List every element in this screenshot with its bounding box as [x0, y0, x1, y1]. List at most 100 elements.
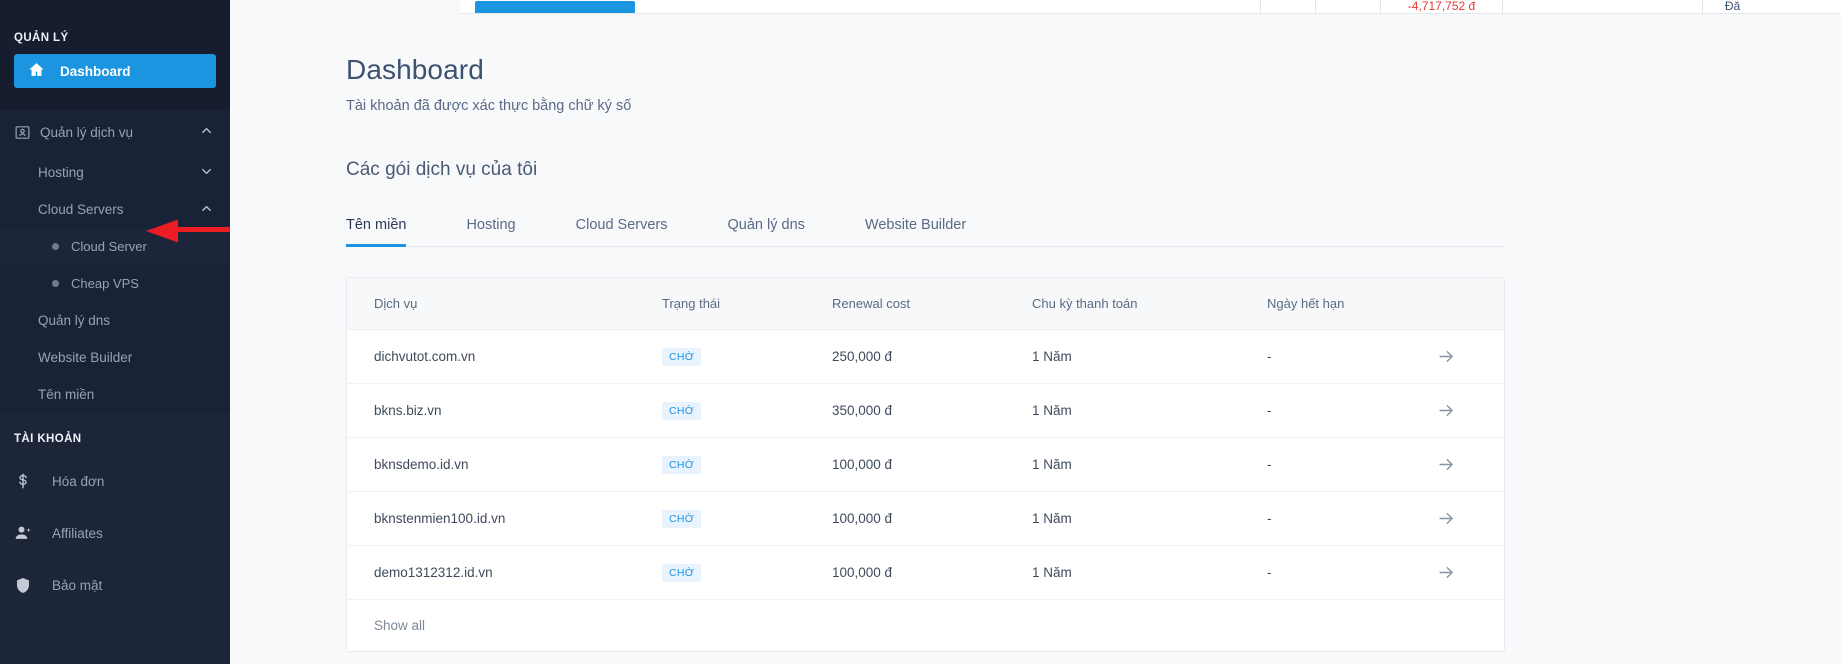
sidebar-item-cheap-vps-label: Cheap VPS [71, 276, 139, 291]
col-header-dich-vu: Dịch vụ [347, 278, 662, 330]
table-row[interactable]: bknstenmien100.id.vn CHỜ 100,000 đ 1 Năm… [347, 491, 1504, 546]
page-subtitle: Tài khoản đã được xác thực bằng chữ ký s… [346, 98, 632, 114]
sidebar-item-hosting[interactable]: Hosting [0, 154, 230, 191]
topbar-divider-cell-1 [1260, 0, 1315, 13]
col-header-renewal-cost: Renewal cost [832, 278, 1032, 330]
sidebar-item-affiliates[interactable]: Affiliates [0, 507, 230, 559]
tab-quan-ly-dns[interactable]: Quản lý dns [728, 217, 805, 247]
table-row[interactable]: dichvutot.com.vn CHỜ 250,000 đ 1 Năm - [347, 329, 1504, 384]
arrow-right-icon[interactable] [1437, 402, 1456, 417]
cell-status: CHỜ [662, 383, 832, 438]
sidebar: QUẢN LÝ Dashboard Quản lý dịch vụ Hostin… [0, 0, 230, 664]
sidebar-item-cloud-server-label: Cloud Server [71, 239, 147, 254]
sidebar-item-ten-mien[interactable]: Tên miền [0, 376, 230, 413]
status-badge: CHỜ [662, 563, 702, 582]
topbar-divider-cell-2 [1315, 0, 1380, 13]
sidebar-item-website-builder-label: Website Builder [38, 350, 133, 365]
sidebar-item-cheap-vps[interactable]: Cheap VPS [0, 265, 230, 302]
cell-expiry: - [1267, 491, 1417, 546]
col-header-chu-ky-thanh-toan: Chu kỳ thanh toán [1032, 278, 1267, 330]
sidebar-item-bao-mat-label: Bảo mật [52, 577, 103, 593]
sidebar-management-group: QUẢN LÝ Dashboard [0, 14, 230, 110]
bullet-dot-icon [52, 280, 59, 287]
topbar-amount-cell: -4,717,752 đ [1380, 0, 1502, 13]
cell-action[interactable] [1417, 437, 1504, 492]
cell-status: CHỜ [662, 545, 832, 600]
section-title: Các gói dịch vụ của tôi [346, 159, 538, 180]
cell-cycle: 1 Năm [1032, 437, 1267, 492]
page-title: Dashboard [346, 54, 484, 85]
cell-status: CHỜ [662, 491, 832, 546]
cell-action[interactable] [1417, 491, 1504, 546]
main-content: -4,717,752 đ Đă Dashboard Tài khoản đã đ… [230, 0, 1841, 664]
topbar-far-right-cell: Đă [1702, 0, 1762, 13]
cell-cycle: 1 Năm [1032, 491, 1267, 546]
tab-ten-mien[interactable]: Tên miền [346, 217, 407, 247]
sidebar-item-bao-mat[interactable]: Bảo mật [0, 559, 230, 611]
sidebar-item-website-builder[interactable]: Website Builder [0, 339, 230, 376]
cell-cost: 350,000 đ [832, 383, 1032, 438]
table-header-row: Dịch vụ Trạng thái Renewal cost Chu kỳ t… [347, 278, 1504, 330]
topbar-amount-value: -4,717,752 đ [1407, 0, 1476, 13]
arrow-right-icon[interactable] [1437, 510, 1456, 525]
sidebar-item-quan-ly-dns-label: Quản lý dns [38, 313, 111, 328]
cell-action[interactable] [1417, 329, 1504, 384]
tab-website-builder[interactable]: Website Builder [865, 217, 966, 247]
cell-cycle: 1 Năm [1032, 545, 1267, 600]
show-all-link[interactable]: Show all [347, 600, 1504, 651]
cell-service: bknsdemo.id.vn [347, 437, 662, 492]
cell-expiry: - [1267, 437, 1417, 492]
cell-action[interactable] [1417, 383, 1504, 438]
col-header-trang-thai: Trạng thái [662, 278, 832, 330]
cell-status: CHỜ [662, 329, 832, 384]
topbar-divider-cell-3 [1502, 0, 1702, 13]
sidebar-item-quan-ly-dns[interactable]: Quản lý dns [0, 302, 230, 339]
col-header-action [1417, 278, 1504, 330]
top-summary-bar: -4,717,752 đ Đă [460, 0, 1841, 14]
tab-cloud-servers[interactable]: Cloud Servers [576, 217, 668, 247]
chevron-down-icon [199, 164, 214, 182]
services-table: Dịch vụ Trạng thái Renewal cost Chu kỳ t… [347, 278, 1504, 600]
cell-cost: 250,000 đ [832, 329, 1032, 384]
sidebar-account-block: TÀI KHOẢN Hóa đơn Affiliates Bảo mật [0, 413, 230, 664]
sidebar-item-quan-ly-dich-vu[interactable]: Quản lý dịch vụ [0, 110, 230, 154]
table-row[interactable]: bkns.biz.vn CHỜ 350,000 đ 1 Năm - [347, 383, 1504, 438]
status-badge: CHỜ [662, 509, 702, 528]
arrow-right-icon[interactable] [1437, 456, 1456, 471]
sidebar-item-cloud-servers[interactable]: Cloud Servers [0, 191, 230, 228]
table-row[interactable]: demo1312312.id.vn CHỜ 100,000 đ 1 Năm - [347, 545, 1504, 600]
cell-cost: 100,000 đ [832, 491, 1032, 546]
cell-cost: 100,000 đ [832, 545, 1032, 600]
cell-service: dichvutot.com.vn [347, 329, 662, 384]
cell-status: CHỜ [662, 437, 832, 492]
sidebar-item-ten-mien-label: Tên miền [38, 387, 95, 402]
chevron-up-icon [199, 123, 214, 141]
tab-hosting[interactable]: Hosting [466, 217, 515, 247]
home-icon [28, 61, 46, 81]
sidebar-section-quan-ly: QUẢN LÝ [14, 32, 69, 44]
sidebar-item-dashboard[interactable]: Dashboard [14, 54, 216, 88]
status-badge: CHỜ [662, 455, 702, 474]
services-table-body: dichvutot.com.vn CHỜ 250,000 đ 1 Năm - b… [347, 329, 1504, 600]
sidebar-item-cloud-server[interactable]: Cloud Server [0, 228, 230, 265]
sidebar-section-tai-khoan: TÀI KHOẢN [14, 433, 82, 445]
shield-icon [14, 576, 52, 595]
sidebar-item-dashboard-label: Dashboard [60, 63, 131, 79]
cell-cost: 100,000 đ [832, 437, 1032, 492]
topbar-left-cell [460, 0, 1260, 13]
dollar-icon [14, 472, 52, 490]
sidebar-item-hoa-don-label: Hóa đơn [52, 473, 105, 489]
status-badge: CHỜ [662, 347, 702, 366]
topbar-primary-button[interactable] [475, 1, 635, 13]
cell-expiry: - [1267, 383, 1417, 438]
status-badge: CHỜ [662, 401, 702, 420]
user-plus-icon [14, 523, 52, 543]
arrow-right-icon[interactable] [1437, 348, 1456, 363]
arrow-right-icon[interactable] [1437, 564, 1456, 579]
table-row[interactable]: bknsdemo.id.vn CHỜ 100,000 đ 1 Năm - [347, 437, 1504, 492]
cell-action[interactable] [1417, 545, 1504, 600]
cell-service: demo1312312.id.vn [347, 545, 662, 600]
cell-expiry: - [1267, 545, 1417, 600]
services-table-card: Dịch vụ Trạng thái Renewal cost Chu kỳ t… [346, 277, 1505, 652]
sidebar-item-hoa-don[interactable]: Hóa đơn [0, 455, 230, 507]
